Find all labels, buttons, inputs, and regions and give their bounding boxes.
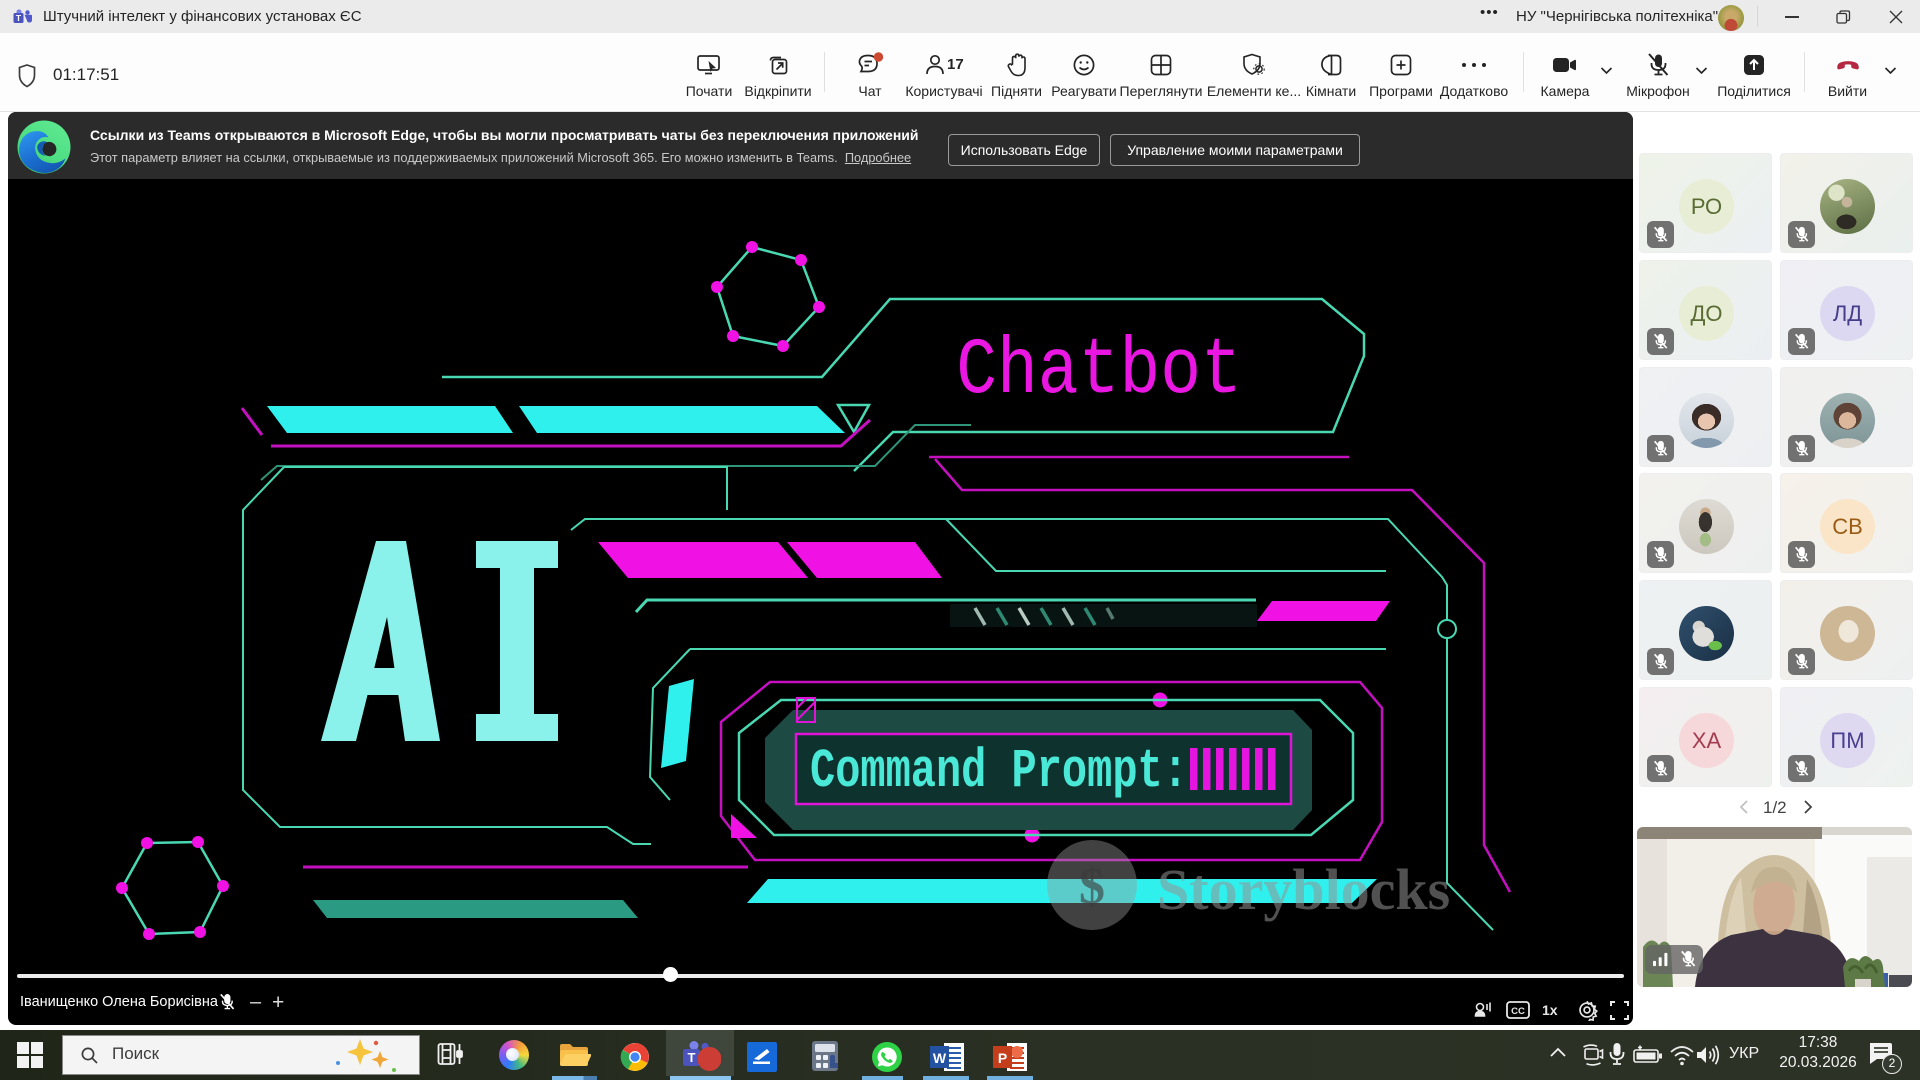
svg-text:T: T <box>16 13 22 23</box>
svg-text:Chatbot: Chatbot <box>956 326 1242 417</box>
svg-text:T: T <box>688 1050 696 1065</box>
svg-text:P: P <box>998 1050 1007 1066</box>
svg-text:Command Prompt:: Command Prompt: <box>810 740 1188 803</box>
svg-text:$: $ <box>1079 858 1105 915</box>
svg-text:CC: CC <box>1511 1006 1525 1017</box>
svg-text:Storyblocks: Storyblocks <box>1157 857 1450 922</box>
svg-text:17: 17 <box>947 56 964 73</box>
svg-text:W: W <box>933 1050 947 1066</box>
